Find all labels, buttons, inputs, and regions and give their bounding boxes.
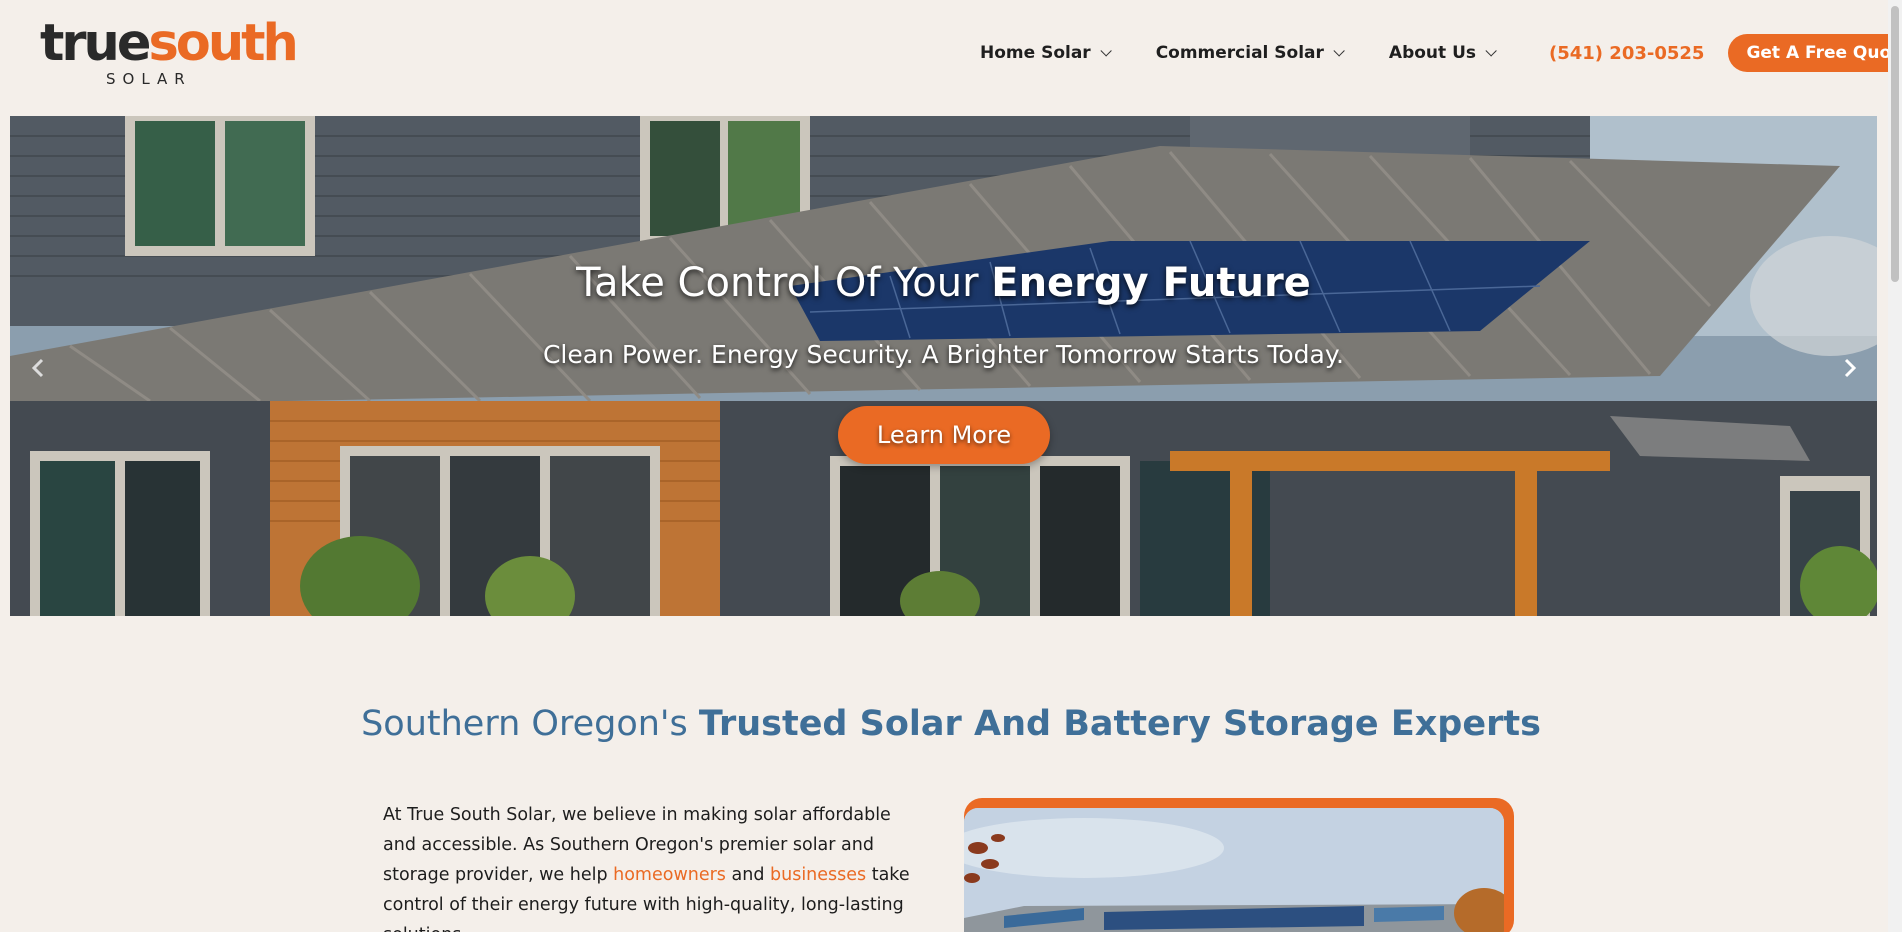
section-heading: Southern Oregon's Trusted Solar And Batt… <box>361 704 1541 744</box>
chevron-down-icon <box>1333 45 1345 57</box>
hero-title: Take Control Of Your Energy Future <box>576 260 1311 306</box>
main-nav: Home Solar Commercial Solar About Us (54… <box>980 34 1902 72</box>
intro-paragraph: At True South Solar, we believe in makin… <box>383 805 910 932</box>
hero-subtitle: Clean Power. Energy Security. A Brighter… <box>542 340 1345 369</box>
logo-wordmark: truesouth <box>40 14 299 73</box>
nav-item-about-us[interactable]: About Us <box>1389 43 1497 63</box>
logo-subtitle: SOLAR <box>106 70 192 88</box>
chevron-left-icon[interactable] <box>24 354 52 382</box>
phone-link[interactable]: (541) 203-0525 <box>1549 43 1704 64</box>
hero-slider: Take Control Of Your Energy Future Clean… <box>10 116 1877 616</box>
site-header: truesouth SOLAR Home Solar Commercial So… <box>0 0 1902 116</box>
page-scrollbar[interactable] <box>1888 0 1902 932</box>
chevron-right-icon[interactable] <box>1836 354 1864 382</box>
scrollbar-thumb[interactable] <box>1891 6 1899 282</box>
businesses-link[interactable]: businesses <box>770 865 866 885</box>
nav-item-commercial-solar[interactable]: Commercial Solar <box>1156 43 1345 63</box>
homeowners-link[interactable]: homeowners <box>613 865 726 885</box>
nav-item-home-solar[interactable]: Home Solar <box>980 43 1112 63</box>
chevron-down-icon <box>1100 45 1112 57</box>
learn-more-button[interactable]: Learn More <box>838 406 1050 464</box>
solar-roof-photo <box>964 808 1504 932</box>
free-quote-button[interactable]: Get A Free Quote <box>1728 34 1902 72</box>
logo[interactable]: truesouth SOLAR <box>40 14 299 92</box>
chevron-down-icon <box>1485 45 1497 57</box>
